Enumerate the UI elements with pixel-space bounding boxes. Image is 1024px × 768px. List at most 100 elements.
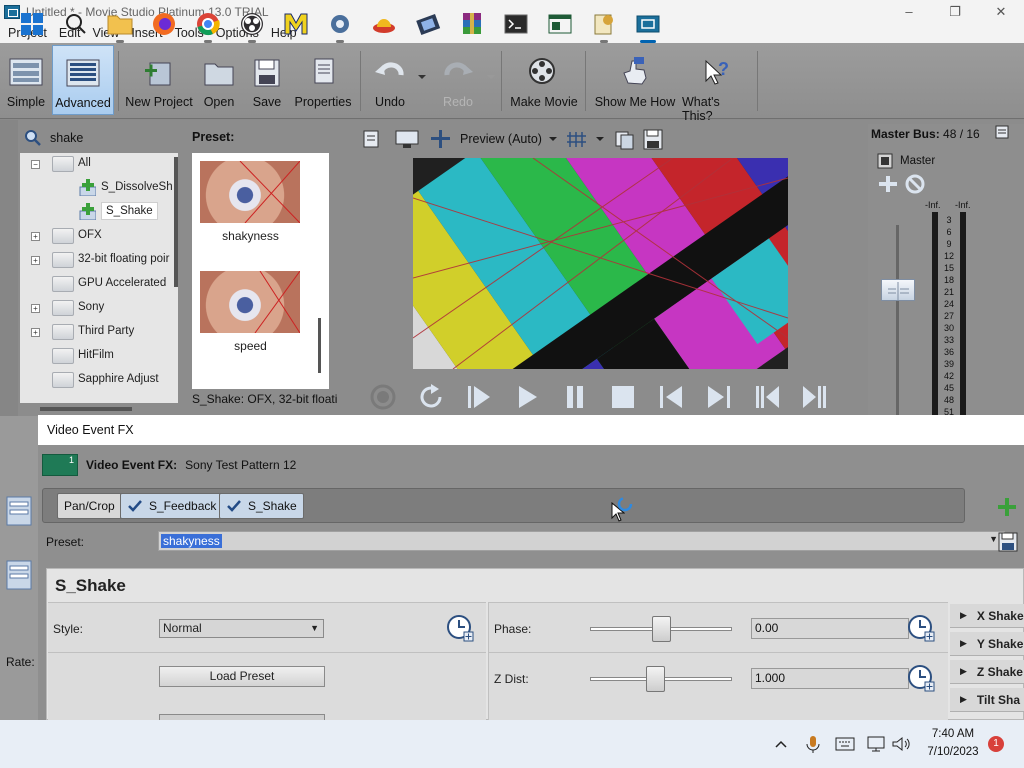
taskbar-winrar[interactable] xyxy=(457,9,487,39)
add-plugin-icon[interactable] xyxy=(996,496,1018,518)
chain-s-feedback[interactable]: S_Feedback xyxy=(120,493,224,519)
play-icon[interactable] xyxy=(512,382,542,412)
simple-button[interactable]: Simple xyxy=(4,45,48,115)
close-button[interactable]: ✕ xyxy=(978,0,1024,23)
undo-button[interactable]: Undo xyxy=(369,45,411,115)
expand-icon[interactable]: + xyxy=(31,304,40,313)
collapse-icon[interactable]: − xyxy=(31,160,40,169)
go-to-end-icon[interactable] xyxy=(704,382,734,412)
tree-item[interactable]: − All xyxy=(20,153,178,175)
insert-fx-icon[interactable] xyxy=(876,174,900,194)
previous-frame-icon[interactable] xyxy=(752,382,782,412)
keyframe-clock-icon[interactable] xyxy=(907,614,935,642)
tree-item[interactable]: Sapphire Adjust xyxy=(20,369,178,391)
param-group-y-shake[interactable]: ▶ Y Shake xyxy=(950,632,1024,656)
master-fader[interactable] xyxy=(881,279,915,301)
redo-button[interactable]: Redo xyxy=(437,45,479,115)
taskbar-movie-studio[interactable] xyxy=(633,9,663,43)
taskbar-file-explorer[interactable] xyxy=(105,9,135,43)
taskbar-terminal[interactable] xyxy=(501,9,531,39)
save-snapshot-icon[interactable] xyxy=(640,128,666,150)
minimize-button[interactable]: – xyxy=(886,0,932,23)
phase-slider[interactable] xyxy=(651,616,671,642)
volume-icon[interactable] xyxy=(891,735,911,753)
keyboard-icon[interactable] xyxy=(835,736,855,752)
tree-item[interactable]: + Third Party xyxy=(20,321,178,343)
preset-scrollbar[interactable] xyxy=(318,318,321,373)
advanced-button[interactable]: Advanced xyxy=(52,45,114,115)
tree-horizontal-scrollbar[interactable] xyxy=(40,407,132,411)
start-button[interactable] xyxy=(17,9,47,39)
taskbar-firefox[interactable] xyxy=(149,9,179,39)
preset-item-speed[interactable]: speed xyxy=(192,263,309,373)
phase-value-input[interactable]: 0.00 xyxy=(751,618,909,639)
taskbar-app-m[interactable] xyxy=(281,9,311,39)
param-group-x-shake[interactable]: ▶ X Shake xyxy=(950,604,1024,628)
param-group-z-shake[interactable]: ▶ Z Shake xyxy=(950,660,1024,684)
save-preset-icon[interactable] xyxy=(997,531,1019,553)
zdist-value-input[interactable]: 1.000 xyxy=(751,668,909,689)
tree-item[interactable]: HitFilm xyxy=(20,345,178,367)
load-preset-button[interactable]: Load Preset xyxy=(159,666,325,687)
tree-item[interactable]: GPU Accelerated xyxy=(20,273,178,295)
keyframe-clock-icon[interactable] xyxy=(907,664,935,692)
chain-pan-crop[interactable]: Pan/Crop xyxy=(57,493,122,519)
expand-icon[interactable]: + xyxy=(31,328,40,337)
tree-item[interactable]: +32-bit floating poir xyxy=(20,249,178,271)
microphone-icon[interactable] xyxy=(804,734,822,754)
taskbar-search[interactable] xyxy=(61,9,91,39)
tree-scrollbar[interactable] xyxy=(174,157,178,287)
taskbar-video-editor[interactable] xyxy=(413,9,443,39)
loop-playback-icon[interactable] xyxy=(416,382,446,412)
show-me-how-button[interactable]: Show Me How xyxy=(594,45,676,115)
pause-icon[interactable] xyxy=(560,382,590,412)
channel-toggle-icon[interactable] xyxy=(876,152,894,170)
make-movie-button[interactable]: Make Movie xyxy=(508,45,580,115)
tree-item[interactable]: + Sony xyxy=(20,297,178,319)
record-icon[interactable] xyxy=(368,382,398,412)
track-header-icon[interactable] xyxy=(6,496,32,526)
preset-dropdown[interactable]: shakyness ▼ xyxy=(158,531,1005,551)
properties-button[interactable]: Properties xyxy=(293,45,353,115)
track-header-icon[interactable] xyxy=(6,560,32,590)
stop-icon[interactable] xyxy=(608,382,638,412)
external-monitor-icon[interactable] xyxy=(388,128,428,150)
redo-dropdown[interactable] xyxy=(485,45,497,115)
expand-icon[interactable]: + xyxy=(31,232,40,241)
keyframe-clock-icon[interactable] xyxy=(446,614,474,642)
bus-properties-icon[interactable] xyxy=(994,124,1010,140)
plugin-search[interactable]: shake xyxy=(20,125,183,151)
go-to-start-icon[interactable] xyxy=(656,382,686,412)
taskbar-app-hat[interactable] xyxy=(369,9,399,39)
preview-quality[interactable]: Preview (Auto) xyxy=(460,132,542,146)
chain-s-shake[interactable]: S_Shake xyxy=(219,493,304,519)
style-dropdown[interactable]: Normal ▼ xyxy=(159,619,324,638)
chevron-up-icon[interactable] xyxy=(773,736,789,752)
preset-item-shakyness[interactable]: shakyness xyxy=(192,153,309,263)
copy-snapshot-icon[interactable] xyxy=(610,128,640,150)
search-input[interactable]: shake xyxy=(50,131,83,145)
network-icon[interactable] xyxy=(866,735,886,753)
checkmark-icon[interactable] xyxy=(127,498,143,514)
save-button[interactable]: Save xyxy=(249,45,285,115)
next-frame-icon[interactable] xyxy=(800,382,830,412)
param-group-tilt-shake[interactable]: ▶ Tilt Sha xyxy=(950,688,1024,712)
whats-this-button[interactable]: ? What's This? xyxy=(682,45,752,123)
split-screen-icon[interactable] xyxy=(428,128,454,150)
open-button[interactable]: Open xyxy=(199,45,239,115)
mute-icon[interactable] xyxy=(904,173,926,195)
taskbar-app-window[interactable] xyxy=(545,9,575,39)
new-project-button[interactable]: New Project xyxy=(124,45,194,115)
overlays-grid-icon[interactable] xyxy=(564,128,592,150)
undo-dropdown[interactable] xyxy=(416,45,428,115)
tree-item[interactable]: + OFX xyxy=(20,225,178,247)
chevron-down-icon[interactable] xyxy=(592,128,610,150)
taskbar-settings[interactable] xyxy=(325,9,355,43)
zdist-slider[interactable] xyxy=(645,666,665,692)
restore-button[interactable]: ❐ xyxy=(932,0,978,23)
expand-icon[interactable]: + xyxy=(31,256,40,265)
play-from-start-icon[interactable] xyxy=(464,382,494,412)
taskbar-chrome[interactable] xyxy=(193,9,223,43)
tree-item[interactable]: S_Shake xyxy=(20,201,178,223)
taskbar-clock[interactable]: 7:40 AM 7/10/2023 xyxy=(922,725,984,761)
